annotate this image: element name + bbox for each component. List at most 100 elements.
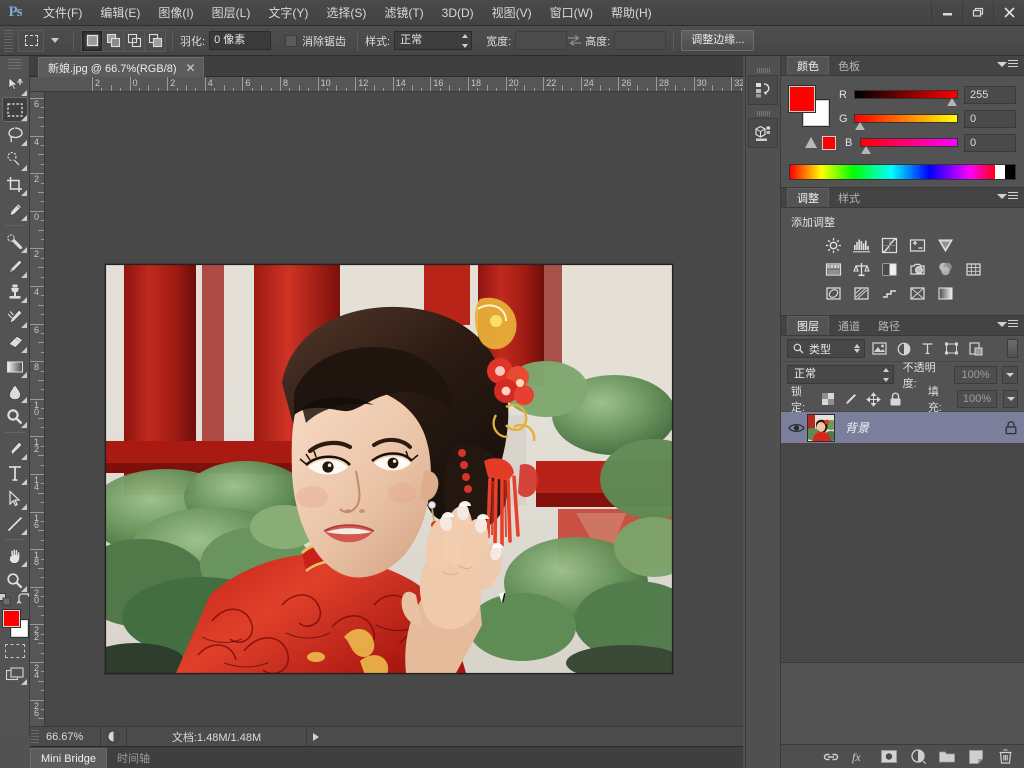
blur-tool[interactable] — [2, 379, 28, 404]
menu-image[interactable]: 图像(I) — [149, 3, 202, 23]
menu-view[interactable]: 视图(V) — [483, 3, 541, 23]
hue-saturation-icon[interactable] — [821, 259, 845, 279]
rail-grip[interactable] — [756, 68, 770, 73]
horizontal-ruler[interactable]: 202468101214161820222426283032 — [30, 77, 743, 92]
vertical-ruler[interactable]: 64202468101214161820222426 — [30, 92, 45, 736]
lock-transparency-icon[interactable] — [820, 390, 836, 408]
new-layer-icon[interactable] — [968, 749, 984, 765]
gradient-tool[interactable] — [2, 354, 28, 379]
tool-preset-chevron-down-icon[interactable] — [51, 38, 59, 43]
gamut-warning-swatch[interactable] — [822, 135, 836, 150]
pixel-filter-icon[interactable] — [870, 339, 889, 358]
posterize-icon[interactable] — [849, 283, 873, 303]
options-bar-grip[interactable] — [4, 29, 13, 52]
menu-help[interactable]: 帮助(H) — [602, 3, 661, 23]
add-to-selection-button[interactable] — [102, 29, 124, 52]
lock-position-icon[interactable] — [865, 390, 881, 408]
color-spectrum-ramp[interactable] — [789, 164, 1016, 180]
menu-select[interactable]: 选择(S) — [317, 3, 375, 23]
r-slider-thumb[interactable] — [947, 98, 957, 106]
invert-icon[interactable] — [821, 283, 845, 303]
new-group-icon[interactable] — [939, 749, 955, 765]
photo-filter-icon[interactable] — [905, 259, 929, 279]
tab-timeline[interactable]: 时间轴 — [107, 748, 160, 768]
fill-value[interactable]: 100% — [956, 390, 998, 408]
color-panel-menu-icon[interactable] — [997, 60, 1018, 68]
selective-color-icon[interactable] — [905, 283, 929, 303]
tab-mini-bridge[interactable]: Mini Bridge — [30, 748, 108, 768]
spot-healing-brush-tool[interactable] — [2, 229, 28, 254]
g-value-field[interactable]: 0 — [964, 109, 1016, 128]
tab-swatches[interactable]: 色板 — [829, 56, 869, 75]
hand-tool[interactable] — [2, 543, 28, 568]
smart-object-filter-icon[interactable] — [966, 339, 985, 358]
layer-visibility-eye-icon[interactable] — [785, 422, 807, 434]
feather-input[interactable]: 0 像素 — [209, 31, 272, 50]
r-value-field[interactable]: 255 — [964, 85, 1016, 104]
style-select[interactable]: 正常 — [394, 31, 473, 50]
gamut-warning[interactable] — [805, 135, 839, 150]
rectangular-marquee-tool[interactable] — [1, 97, 28, 122]
lock-image-icon[interactable] — [842, 390, 858, 408]
layer-filter-toggle[interactable] — [1007, 339, 1018, 358]
b-slider-thumb[interactable] — [861, 146, 871, 154]
intersect-selection-button[interactable] — [144, 29, 166, 52]
layer-filter-type-select[interactable]: 类型 — [787, 339, 865, 358]
opacity-chevron-down-icon[interactable] — [1002, 365, 1018, 384]
brightness-contrast-icon[interactable] — [821, 235, 845, 255]
tab-color[interactable]: 颜色 — [787, 56, 829, 75]
height-input[interactable] — [614, 31, 667, 50]
path-selection-tool[interactable] — [2, 486, 28, 511]
menu-type[interactable]: 文字(Y) — [259, 3, 317, 23]
antialias-checkbox[interactable] — [285, 34, 298, 47]
g-slider-track[interactable] — [854, 114, 958, 130]
default-colors-icon[interactable] — [0, 593, 12, 606]
tab-paths[interactable]: 路径 — [869, 316, 909, 335]
crop-tool[interactable] — [2, 172, 28, 197]
subtract-from-selection-button[interactable] — [123, 29, 145, 52]
document-tab[interactable]: 新娘.jpg @ 66.7%(RGB/8) ✕ — [38, 57, 204, 77]
history-panel-icon[interactable] — [748, 75, 778, 105]
quick-selection-tool[interactable] — [2, 147, 28, 172]
eyedropper-tool[interactable] — [2, 197, 28, 222]
canvas-background[interactable]: M 人人素材 — [45, 92, 743, 736]
new-selection-button[interactable] — [81, 29, 103, 52]
opacity-value[interactable]: 100% — [953, 365, 998, 384]
swap-colors-icon[interactable] — [17, 593, 31, 606]
document-profile-icon[interactable] — [100, 726, 126, 747]
fill-chevron-down-icon[interactable] — [1003, 390, 1018, 408]
adjustments-panel-menu-icon[interactable] — [997, 192, 1018, 200]
screen-mode-button[interactable] — [2, 661, 28, 686]
menu-3d[interactable]: 3D(D) — [433, 3, 483, 23]
brush-tool[interactable] — [2, 254, 28, 279]
lasso-tool[interactable] — [2, 122, 28, 147]
status-bar-menu-arrow-icon[interactable] — [306, 726, 325, 747]
blend-mode-select[interactable]: 正常 — [787, 365, 894, 384]
layers-panel-menu-icon[interactable] — [997, 320, 1018, 328]
tab-channels[interactable]: 通道 — [829, 316, 869, 335]
tab-adjustments[interactable]: 调整 — [787, 188, 829, 207]
color-balance-icon[interactable] — [849, 259, 873, 279]
menu-window[interactable]: 窗口(W) — [541, 3, 602, 23]
restore-button[interactable] — [962, 2, 993, 22]
b-slider-track[interactable] — [860, 138, 958, 154]
width-input[interactable] — [515, 31, 568, 50]
horizontal-type-tool[interactable] — [2, 461, 28, 486]
gradient-map-icon[interactable] — [933, 283, 957, 303]
dodge-tool[interactable] — [2, 404, 28, 429]
zoom-tool[interactable] — [2, 568, 28, 593]
new-adjustment-layer-icon[interactable] — [910, 749, 926, 765]
layer-thumbnail[interactable] — [807, 413, 835, 442]
history-brush-tool[interactable] — [2, 304, 28, 329]
3d-panel-icon[interactable] — [748, 118, 778, 148]
menu-edit[interactable]: 编辑(E) — [91, 3, 149, 23]
toolbox-grip[interactable] — [7, 59, 22, 69]
g-slider-thumb[interactable] — [855, 122, 865, 130]
r-slider-track[interactable] — [854, 90, 958, 106]
tool-preset-picker[interactable] — [18, 29, 44, 52]
threshold-icon[interactable] — [877, 283, 901, 303]
quick-mask-toggle-icon[interactable] — [4, 644, 25, 658]
black-white-icon[interactable] — [877, 259, 901, 279]
menu-file[interactable]: 文件(F) — [34, 3, 91, 23]
swap-arrows-icon[interactable] — [567, 34, 585, 47]
